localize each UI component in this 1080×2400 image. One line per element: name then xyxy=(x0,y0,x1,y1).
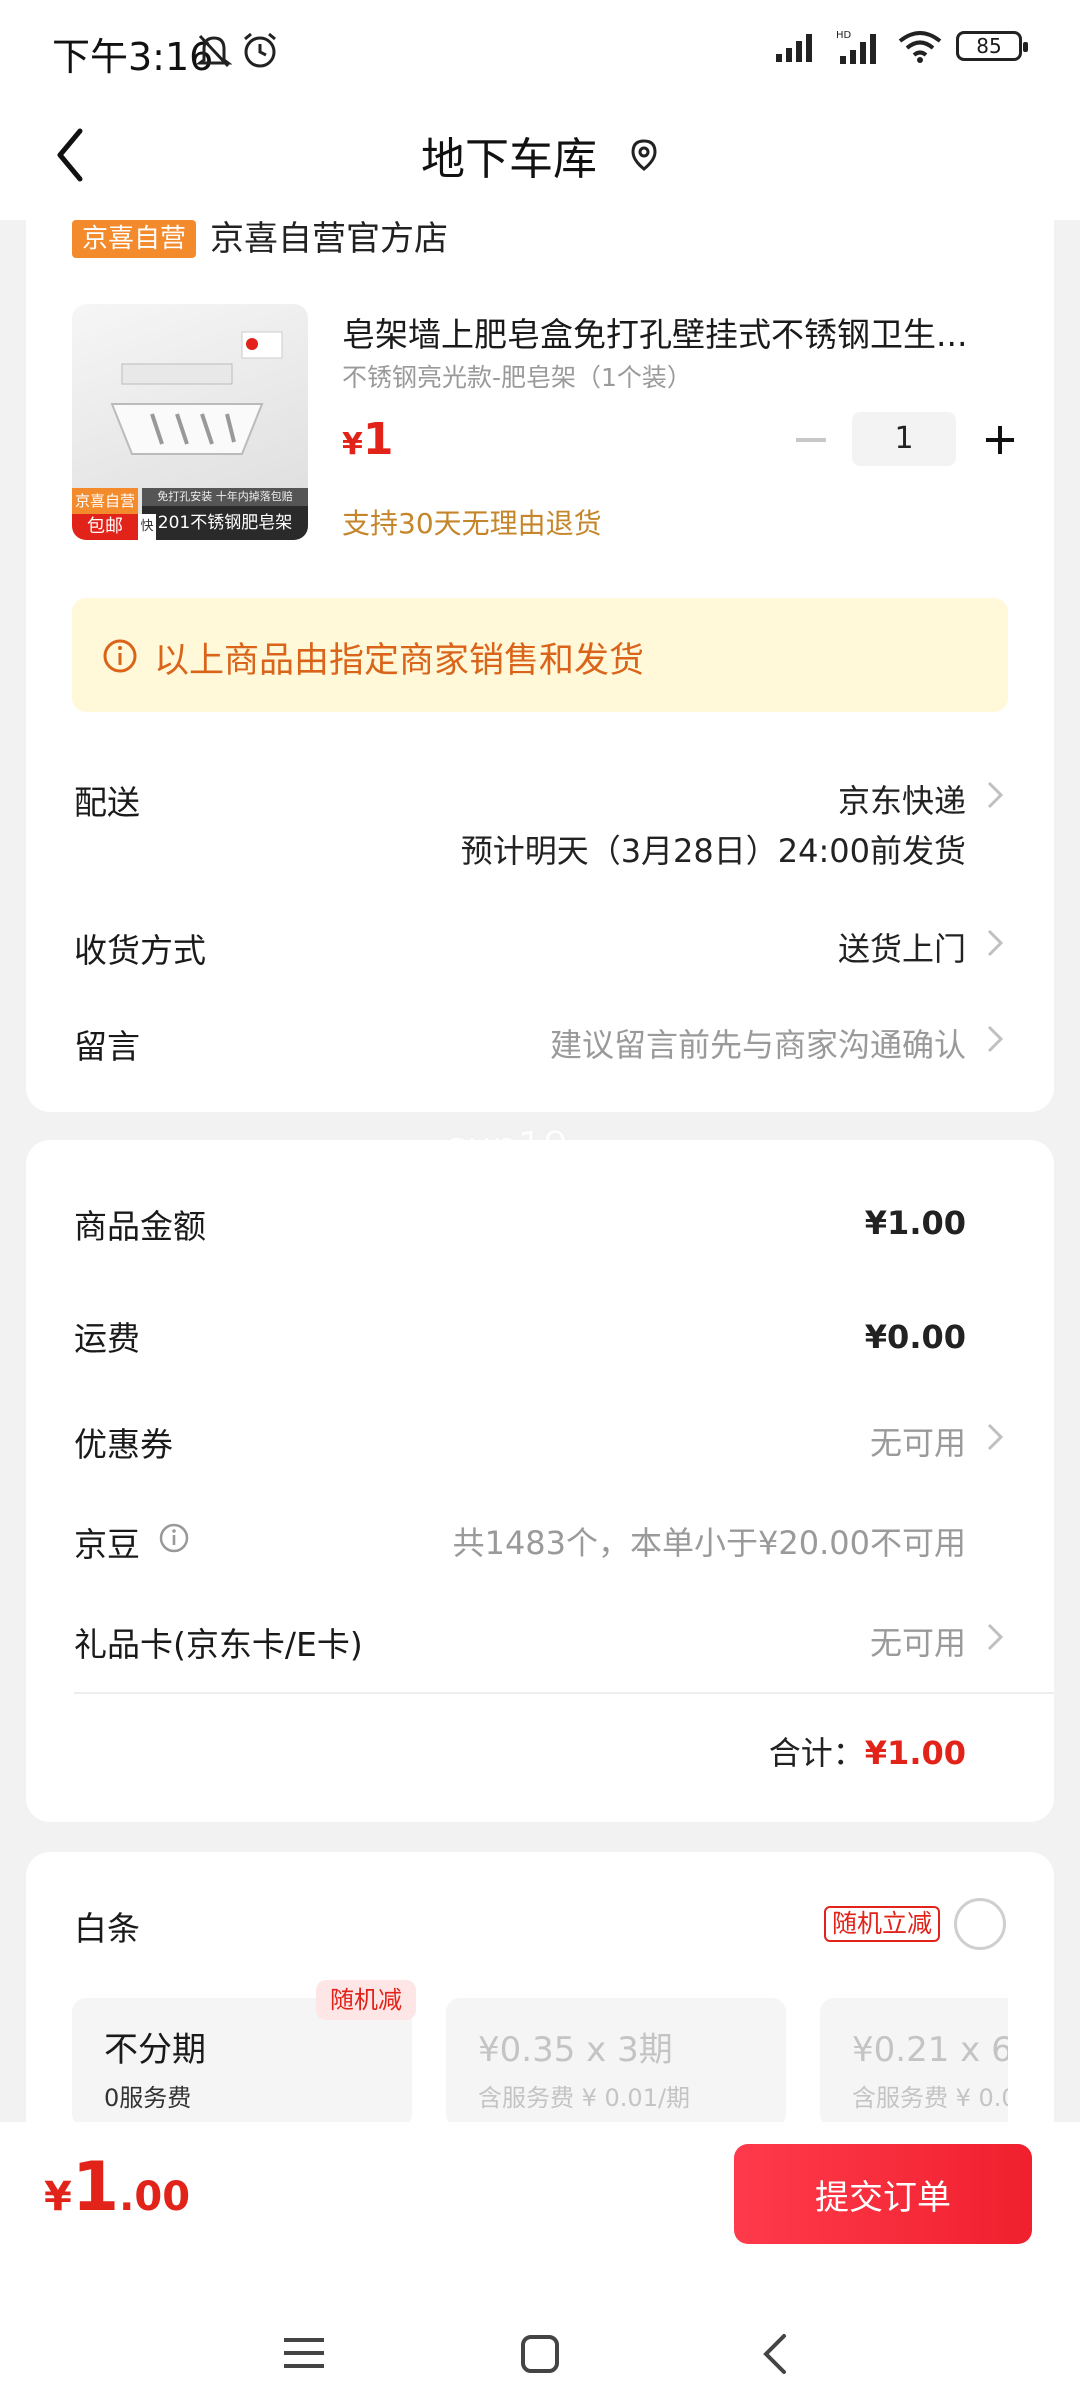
plan-option-1[interactable]: ¥0.35 x 3期 含服务费 ¥ 0.01/期 xyxy=(446,1998,786,2128)
product-image-banner: 201不锈钢肥皂架 xyxy=(142,506,308,540)
plan-sub: 0服务费 xyxy=(104,2084,192,2112)
page-title-text: 地下车库 xyxy=(421,134,597,185)
message-input[interactable]: 建议留言前先与商家沟通确认 xyxy=(550,1020,966,1066)
total-label: 合计： xyxy=(768,1734,865,1772)
coupon-value[interactable]: 无可用 xyxy=(870,1418,966,1464)
info-icon xyxy=(103,639,137,673)
delivery-value[interactable]: 京东快递 xyxy=(838,776,966,822)
delivery-label: 配送 xyxy=(74,783,140,822)
total-value: ¥1.00 xyxy=(864,1734,966,1772)
product-price: ¥1 xyxy=(342,414,394,465)
home-icon[interactable] xyxy=(520,2334,560,2374)
battery-icon: 85 xyxy=(956,31,1028,61)
plan-option-2[interactable]: ¥0.21 x 6期 含服务费 ¥ 0.0 xyxy=(820,1998,1008,2128)
soap-rack-illustration xyxy=(110,331,283,455)
plan-sub: 含服务费 ¥ 0.01/期 xyxy=(478,2084,691,2112)
chevron-right-icon xyxy=(987,1623,1004,1651)
info-icon[interactable] xyxy=(158,1522,190,1554)
plan-random-tag: 随机减 xyxy=(316,1980,416,2020)
bottom-currency: ¥ xyxy=(44,2174,72,2220)
return-policy: 支持30天无理由退货 xyxy=(342,507,602,540)
delivery-method-value[interactable]: 送货上门 xyxy=(838,924,966,970)
hd-signal-icon: HD xyxy=(836,30,876,64)
bottom-bar: ¥1.00 提交订单 xyxy=(0,2122,1080,2400)
bottom-integer: 1 xyxy=(71,2148,120,2227)
increase-quantity-button[interactable] xyxy=(984,424,1016,456)
quantity-stepper xyxy=(798,418,824,422)
location-pin-icon xyxy=(631,139,657,171)
baitiao-radio[interactable] xyxy=(954,1898,1006,1950)
store-badge: 京喜自营 xyxy=(72,220,197,258)
product-image[interactable]: 201不锈钢肥皂架 免打孔安装 十年内掉落包赔 京喜自营 包邮 快 xyxy=(72,304,308,540)
chevron-right-icon xyxy=(987,1025,1004,1053)
seller-notice-text: 以上商品由指定商家销售和发货 xyxy=(154,641,645,681)
plan-title: ¥0.35 x 3期 xyxy=(478,2030,673,2070)
baitiao-label: 白条 xyxy=(74,1909,140,1948)
product-image-badge-bottom: 包邮 xyxy=(72,514,138,540)
random-discount-tag: 随机立减 xyxy=(824,1906,941,1942)
product-image-fast-tag: 快 xyxy=(138,514,156,540)
bottom-total: ¥1.00 xyxy=(44,2148,190,2227)
chevron-right-icon xyxy=(987,781,1004,809)
bottom-decimal: .00 xyxy=(119,2174,191,2220)
status-bar: 下午3:16 HD 85 xyxy=(0,0,1080,95)
decrease-quantity-button[interactable] xyxy=(796,438,826,444)
product-price-value: 1 xyxy=(362,414,394,465)
divider xyxy=(74,1692,1054,1694)
order-confirm-screen: 下午3:16 HD 85 地下车库 京喜自营 京喜自营官方店 201不锈钢肥皂架… xyxy=(0,0,1080,2400)
submit-order-button[interactable]: 提交订单 xyxy=(734,2144,1032,2244)
signal-icon xyxy=(776,34,812,62)
top-nav: 地下车库 xyxy=(0,95,1080,220)
status-icons: HD 85 xyxy=(776,28,1028,64)
total: 合计：¥1.00 xyxy=(769,1728,966,1774)
freight-value: ¥0.00 xyxy=(864,1318,966,1356)
chevron-right-icon xyxy=(987,929,1004,957)
message-label: 留言 xyxy=(74,1027,140,1066)
delivery-eta: 预计明天（3月28日）24:00前发货 xyxy=(460,832,966,870)
gift-card-value[interactable]: 无可用 xyxy=(870,1618,966,1664)
product-title[interactable]: 皂架墙上肥皂盒免打孔壁挂式不锈钢卫生... xyxy=(342,308,1032,356)
goods-amount-label: 商品金额 xyxy=(74,1207,206,1246)
product-spec[interactable]: 不锈钢亮光款-肥皂架（1个装） xyxy=(342,358,692,394)
store-name[interactable]: 京喜自营官方店 xyxy=(210,220,448,258)
delivery-method-label: 收货方式 xyxy=(74,931,206,970)
menu-icon[interactable] xyxy=(284,2336,324,2370)
seller-notice: 以上商品由指定商家销售和发货 xyxy=(72,598,1008,712)
plan-title: 不分期 xyxy=(104,2030,206,2070)
plan-sub: 含服务费 ¥ 0.0 xyxy=(852,2084,1008,2112)
installment-plans: 不分期 0服务费 ¥0.35 x 3期 含服务费 ¥ 0.01/期 ¥0.21 … xyxy=(72,1998,1008,2128)
mute-bell-icon xyxy=(196,34,232,68)
status-time: 下午3:16 xyxy=(52,35,214,79)
price-summary-card: 商品金额 ¥1.00 运费 ¥0.00 优惠券 无可用 京豆 共1483个，本单… xyxy=(26,1140,1054,1822)
jingdou-value: 共1483个，本单小于¥20.00不可用 xyxy=(452,1524,966,1562)
order-store-card: 京喜自营 京喜自营官方店 201不锈钢肥皂架 免打孔安装 十年内掉落包赔 京喜自… xyxy=(26,220,1054,1112)
product-image-badge-top: 京喜自营 xyxy=(72,488,138,514)
page-title: 地下车库 xyxy=(0,123,1080,187)
product-price-symbol: ¥ xyxy=(342,427,363,462)
alarm-icon xyxy=(244,32,276,68)
payment-card: 白条 随机立减 不分期 0服务费 ¥0.35 x 3期 含服务费 ¥ 0.01/… xyxy=(26,1852,1054,2152)
chevron-right-icon xyxy=(987,1423,1004,1451)
freight-label: 运费 xyxy=(74,1319,140,1358)
wifi-icon xyxy=(898,31,942,63)
jingdou-label: 京豆 xyxy=(74,1525,140,1564)
goods-amount-value: ¥1.00 xyxy=(864,1204,966,1242)
coupon-label: 优惠券 xyxy=(74,1425,173,1464)
svg-text:HD: HD xyxy=(836,30,852,41)
product-image-banner-small: 免打孔安装 十年内掉落包赔 xyxy=(142,488,308,506)
plan-title: ¥0.21 x 6期 xyxy=(852,2030,1008,2070)
quantity-input[interactable]: 1 xyxy=(852,412,956,466)
back-icon[interactable] xyxy=(760,2332,788,2376)
gift-card-label: 礼品卡(京东卡/E卡) xyxy=(74,1625,363,1664)
